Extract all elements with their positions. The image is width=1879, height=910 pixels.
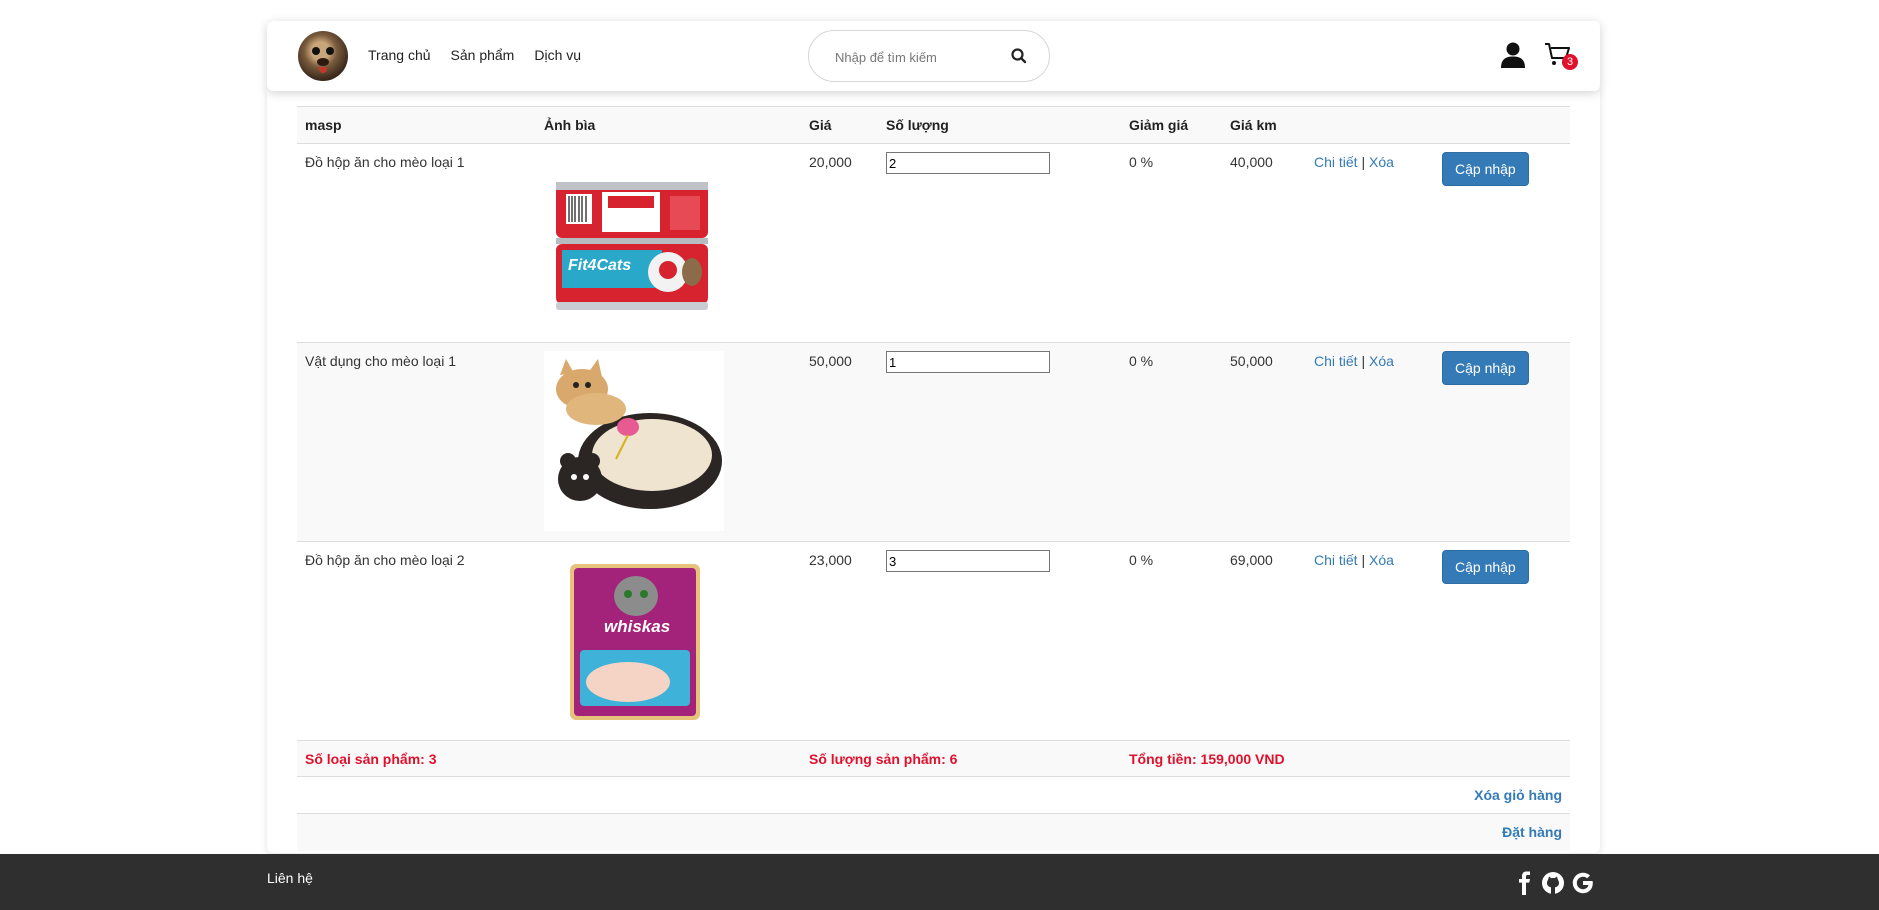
delete-link[interactable]: Xóa	[1369, 154, 1394, 170]
delete-link[interactable]: Xóa	[1369, 552, 1394, 568]
link-separator: |	[1361, 552, 1366, 568]
whiskas-pouch-image: whiskas	[544, 550, 724, 730]
update-button[interactable]: Cập nhập	[1442, 351, 1529, 385]
table-row: Vật dụng cho mèo loại 1 50,000 1 0 % 50,…	[297, 342, 1570, 542]
col-header-masp: masp	[297, 106, 536, 144]
quantity-input[interactable]	[886, 550, 1050, 572]
cart-summary-row: Số loại sản phẩm: 3 Số lượng sản phẩm: 6…	[297, 740, 1570, 777]
cart-total-amount: Tổng tiền: 159,000 VND	[1121, 740, 1570, 777]
product-price: 23,000	[801, 541, 878, 741]
detail-link[interactable]: Chi tiết	[1314, 154, 1358, 170]
header: Trang chủ Sản phẩm Dịch vụ 3	[267, 21, 1600, 91]
svg-text:Fit4Cats: Fit4Cats	[568, 257, 631, 274]
link-separator: |	[1361, 154, 1366, 170]
clear-cart-row: Xóa giỏ hàng	[297, 776, 1570, 814]
product-name: Vật dụng cho mèo loại 1	[297, 342, 536, 542]
cart-count-badge: 3	[1562, 54, 1578, 70]
product-types-count: Số loại sản phẩm: 3	[297, 740, 801, 777]
footer: Liên hệ	[0, 854, 1879, 910]
quantity-input[interactable]	[886, 152, 1050, 174]
update-button[interactable]: Cập nhập	[1442, 152, 1529, 186]
clear-cart-link[interactable]: Xóa giỏ hàng	[1474, 787, 1562, 803]
detail-link[interactable]: Chi tiết	[1314, 353, 1358, 369]
delete-link[interactable]: Xóa	[1369, 353, 1394, 369]
github-icon[interactable]	[1541, 871, 1565, 895]
quantity-input[interactable]	[886, 351, 1050, 373]
nav-services[interactable]: Dịch vụ	[534, 47, 581, 63]
table-row: Đồ hộp ăn cho mèo loại 1 Fit4Cats 20,000…	[297, 143, 1570, 343]
update-button[interactable]: Cập nhập	[1442, 550, 1529, 584]
main-nav: Trang chủ Sản phẩm Dịch vụ	[368, 47, 581, 63]
col-header-image: Ảnh bìa	[536, 106, 801, 144]
order-row: Đặt hàng	[297, 813, 1570, 851]
nav-home[interactable]: Trang chủ	[368, 47, 431, 63]
google-icon[interactable]	[1571, 871, 1595, 895]
product-discount: 0 %	[1121, 342, 1222, 542]
col-header-sale-price: Giá km	[1222, 106, 1306, 144]
product-price: 20,000	[801, 143, 878, 343]
cart-table: masp Ảnh bìa Giá Số lượng Giảm giá Giá k…	[297, 106, 1570, 851]
product-sale-price: 40,000	[1222, 143, 1306, 343]
facebook-icon[interactable]	[1513, 871, 1537, 895]
canned-cat-food-image: Fit4Cats	[544, 152, 724, 332]
detail-link[interactable]: Chi tiết	[1314, 552, 1358, 568]
place-order-link[interactable]: Đặt hàng	[1502, 824, 1562, 840]
product-discount: 0 %	[1121, 143, 1222, 343]
nav-products[interactable]: Sản phẩm	[451, 47, 515, 63]
cart-panel: masp Ảnh bìa Giá Số lượng Giảm giá Giá k…	[267, 88, 1600, 853]
search-input[interactable]	[833, 45, 997, 69]
table-header-row: masp Ảnh bìa Giá Số lượng Giảm giá Giá k…	[297, 106, 1570, 144]
product-name: Đồ hộp ăn cho mèo loại 1	[297, 143, 536, 343]
search-icon[interactable]	[1009, 46, 1029, 66]
contact-link[interactable]: Liên hệ	[267, 870, 313, 886]
product-quantity-total: Số lượng sản phẩm: 6	[801, 740, 1121, 777]
product-name: Đồ hộp ăn cho mèo loại 2	[297, 541, 536, 741]
user-icon[interactable]	[1500, 41, 1526, 69]
product-discount: 0 %	[1121, 541, 1222, 741]
product-sale-price: 69,000	[1222, 541, 1306, 741]
col-header-discount: Giảm giá	[1121, 106, 1222, 144]
link-separator: |	[1361, 353, 1366, 369]
cat-scratcher-image	[544, 351, 724, 531]
product-sale-price: 50,000	[1222, 342, 1306, 542]
svg-text:whiskas: whiskas	[604, 617, 670, 636]
col-header-quantity: Số lượng	[878, 106, 1121, 144]
table-row: Đồ hộp ăn cho mèo loại 2 whiskas 23,000 …	[297, 541, 1570, 741]
col-header-price: Giá	[801, 106, 878, 144]
logo-avatar[interactable]	[298, 31, 348, 81]
search-box	[808, 30, 1050, 82]
product-price: 50,000	[801, 342, 878, 542]
